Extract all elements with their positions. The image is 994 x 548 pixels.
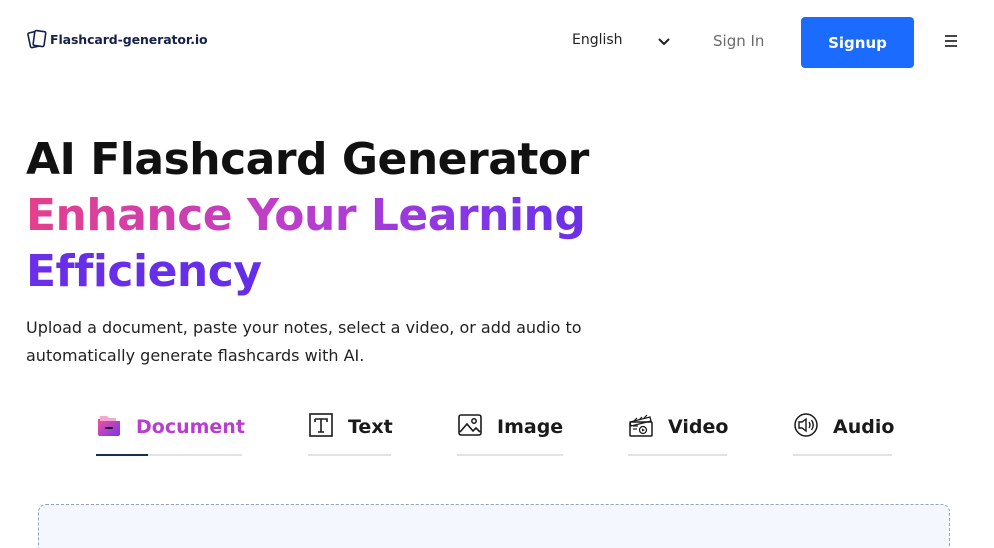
hero-title-line1: AI Flashcard Generator [26, 134, 589, 185]
hero-title-line2: Enhance Your Learning [26, 188, 666, 244]
tab-image[interactable]: Image [457, 410, 563, 456]
brand-logo[interactable]: Flashcard-generator.io [26, 28, 208, 50]
text-icon [308, 412, 334, 442]
cards-icon [26, 28, 48, 50]
language-selector[interactable]: English [572, 32, 670, 48]
audio-icon [793, 412, 819, 442]
active-tab-indicator [96, 454, 148, 456]
video-icon [628, 412, 654, 442]
tab-text[interactable]: Text [308, 410, 393, 456]
tab-text-label: Text [348, 416, 393, 438]
menu-line [945, 45, 957, 47]
tab-image-label: Image [497, 416, 564, 438]
tab-audio-label: Audio [833, 416, 895, 438]
signup-button[interactable]: Signup [801, 17, 914, 68]
brand-name: Flashcard-generator.io [50, 31, 208, 47]
hero-title: AI Flashcard Generator Enhance Your Lear… [26, 132, 666, 300]
upload-dropzone[interactable] [38, 504, 950, 548]
hero-subtitle: Upload a document, paste your notes, sel… [26, 318, 582, 365]
tab-video[interactable]: Video [628, 410, 729, 456]
chevron-down-icon [656, 34, 672, 50]
tab-video-label: Video [668, 416, 729, 438]
hero-title-line3: Efficiency [26, 244, 666, 300]
language-label: English [572, 32, 623, 48]
tab-document-label: Document [136, 416, 245, 438]
folder-icon [96, 412, 122, 442]
input-type-tabs: Document Text Image Video Audio [96, 410, 896, 458]
image-icon [457, 412, 483, 442]
hamburger-menu-icon[interactable] [945, 35, 961, 49]
sign-in-link[interactable]: Sign In [713, 32, 764, 50]
tab-audio[interactable]: Audio [793, 410, 895, 456]
tab-document[interactable]: Document [96, 410, 245, 456]
menu-line [945, 35, 957, 37]
menu-line [945, 40, 957, 42]
header: Flashcard-generator.io English Sign In S… [0, 0, 994, 84]
